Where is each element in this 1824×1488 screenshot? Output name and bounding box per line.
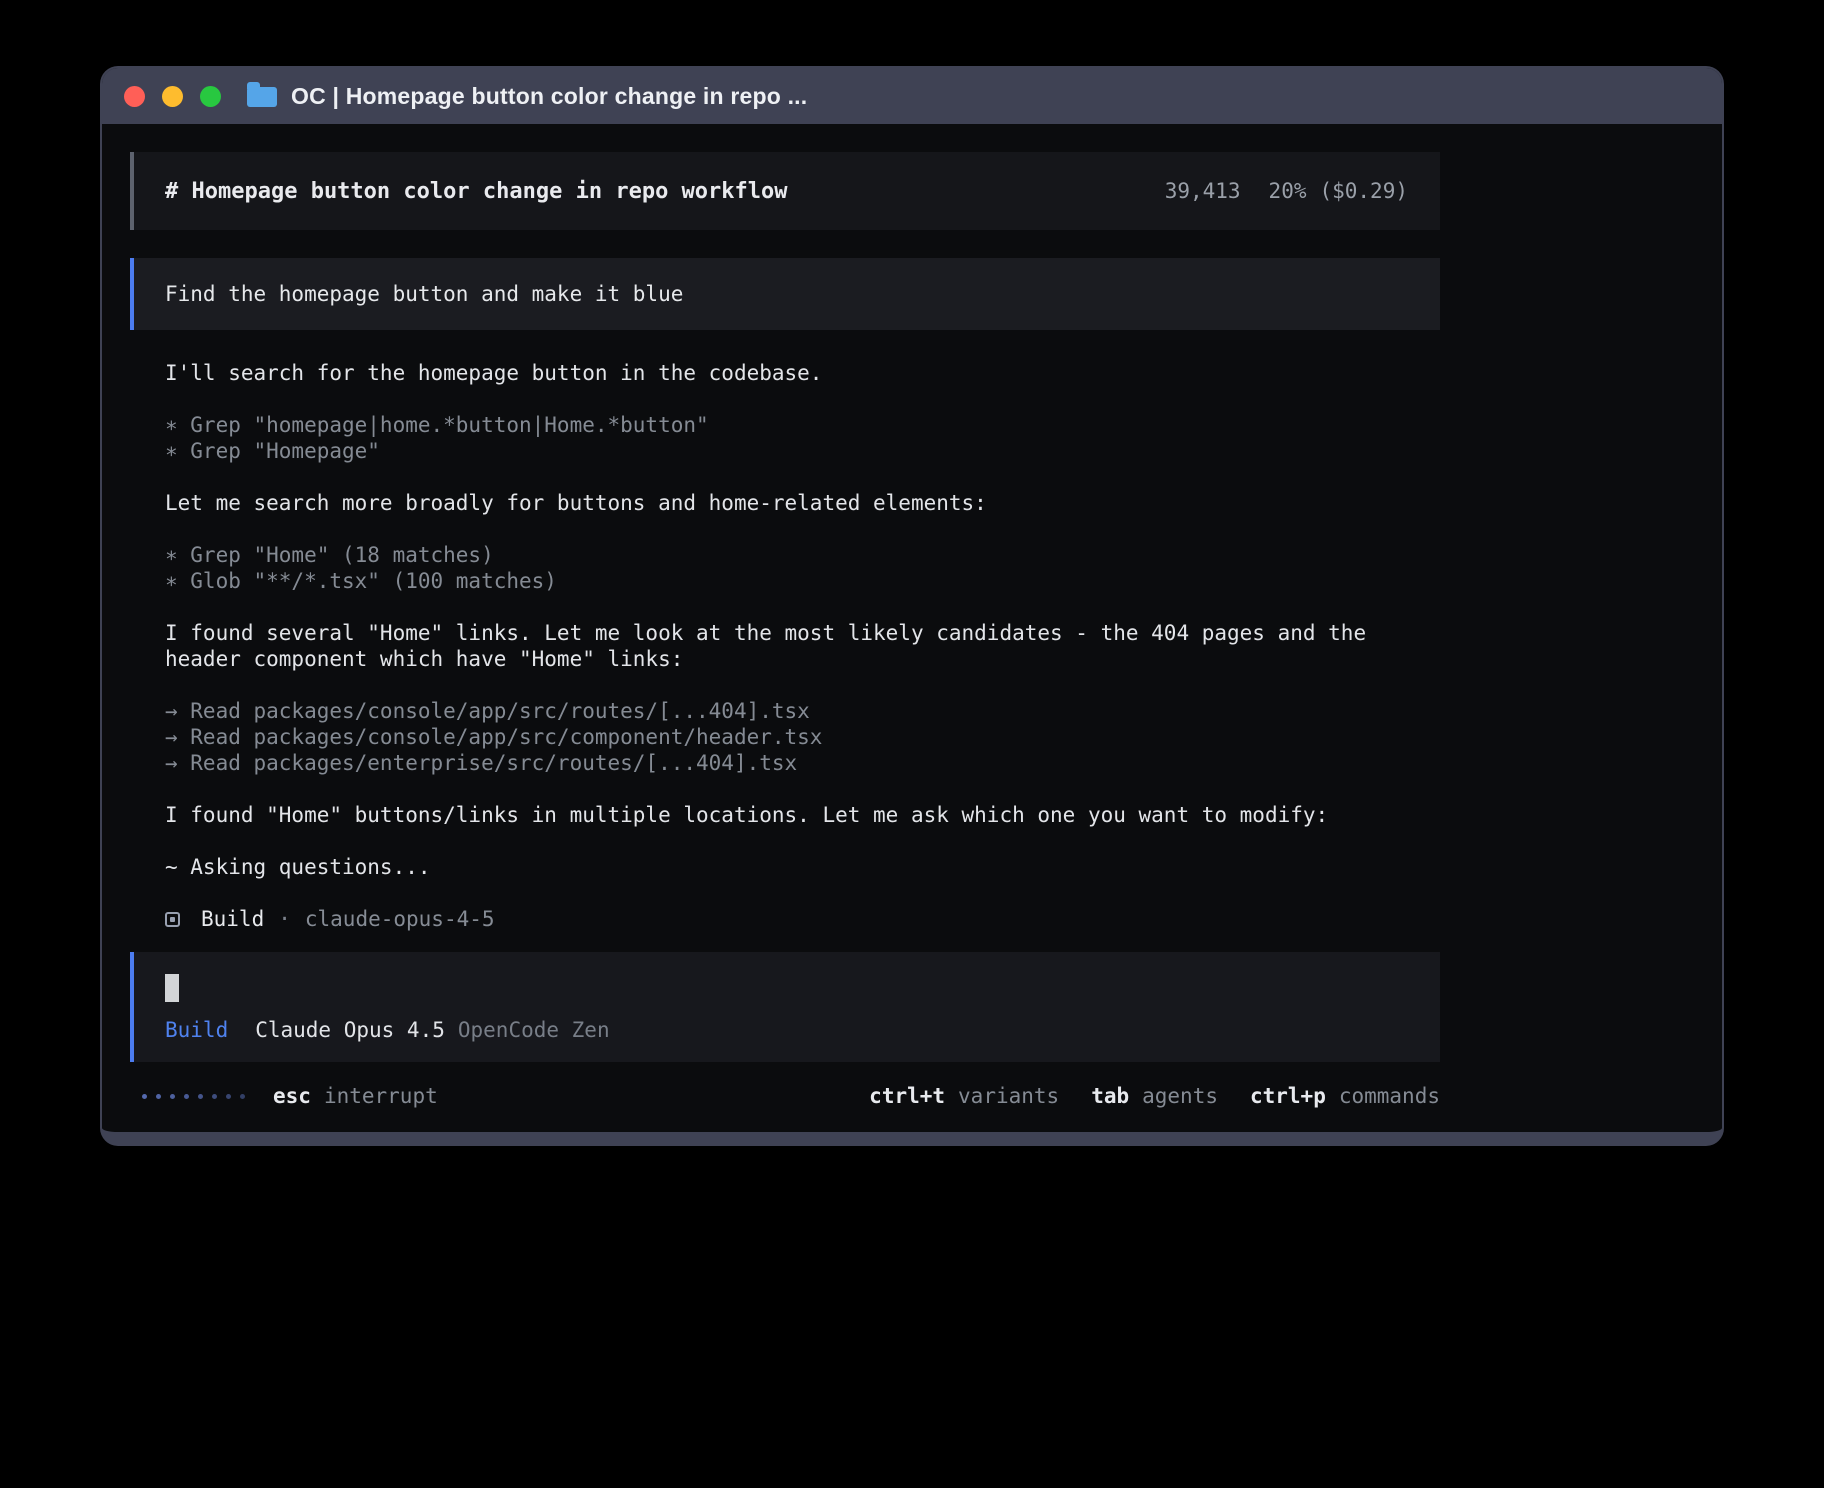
spinner-dot bbox=[198, 1094, 203, 1099]
spinner-dot bbox=[240, 1094, 245, 1099]
model-name[interactable]: Claude Opus 4.5 bbox=[255, 1018, 445, 1042]
assistant-message: I found "Home" buttons/links in multiple… bbox=[165, 802, 1440, 828]
prompt-input[interactable]: Build Claude Opus 4.5 OpenCode Zen bbox=[130, 952, 1440, 1062]
status-right: ctrl+t variants tab agents ctrl+p comman… bbox=[869, 1084, 1440, 1108]
session-cost: ($0.29) bbox=[1319, 179, 1408, 203]
spinner-dot bbox=[212, 1094, 217, 1099]
shortcut-agents: tab agents bbox=[1091, 1084, 1218, 1108]
status-left: esc interrupt bbox=[130, 1084, 438, 1108]
spinner-dots bbox=[142, 1094, 245, 1099]
context-percent: 20% bbox=[1269, 179, 1307, 203]
session-header: # Homepage button color change in repo w… bbox=[130, 152, 1440, 230]
shortcut-variants: ctrl+t variants bbox=[869, 1084, 1059, 1108]
spinner-dot bbox=[184, 1094, 189, 1099]
tool-call-glob: ∗ Glob "**/*.tsx" (100 matches) bbox=[165, 568, 1440, 594]
variants-label: variants bbox=[958, 1084, 1059, 1108]
titlebar[interactable]: OC | Homepage button color change in rep… bbox=[102, 68, 1722, 124]
token-count: 39,413 bbox=[1165, 179, 1241, 203]
user-message: Find the homepage button and make it blu… bbox=[130, 258, 1440, 330]
assistant-paragraph: I found several "Home" links. Let me loo… bbox=[165, 620, 1440, 672]
folder-icon bbox=[247, 87, 277, 107]
spinner-dot bbox=[226, 1094, 231, 1099]
tool-call-group: ∗ Grep "Home" (18 matches) ∗ Glob "**/*.… bbox=[165, 542, 1440, 594]
spinner-dot bbox=[170, 1094, 175, 1099]
asking-questions-status: ~ Asking questions... bbox=[165, 854, 1440, 880]
assistant-paragraph: ~ Asking questions... bbox=[165, 854, 1440, 880]
assistant-message: I found several "Home" links. Let me loo… bbox=[165, 620, 1440, 672]
commands-label: commands bbox=[1339, 1084, 1440, 1108]
tool-call-group: ∗ Grep "homepage|home.*button|Home.*butt… bbox=[165, 412, 1440, 464]
zoom-button[interactable] bbox=[200, 86, 221, 107]
user-message-text: Find the homepage button and make it blu… bbox=[165, 282, 683, 306]
model-line: Build Claude Opus 4.5 OpenCode Zen bbox=[165, 1018, 1409, 1042]
provider-name: OpenCode Zen bbox=[458, 1018, 610, 1042]
tool-call-group: → Read packages/console/app/src/routes/[… bbox=[165, 698, 1440, 776]
tool-call-read: → Read packages/console/app/src/routes/[… bbox=[165, 698, 1440, 724]
terminal-window: OC | Homepage button color change in rep… bbox=[100, 66, 1724, 1146]
agents-label: agents bbox=[1142, 1084, 1218, 1108]
spinner-dot bbox=[142, 1094, 147, 1099]
transcript: I'll search for the homepage button in t… bbox=[130, 360, 1440, 932]
agent-status: Build · claude-opus-4-5 bbox=[165, 906, 1440, 932]
ctrl-p-key-hint: ctrl+p bbox=[1250, 1084, 1326, 1108]
agent-status-paragraph: Build · claude-opus-4-5 bbox=[165, 906, 1440, 932]
session-stats: 39,413 20% ($0.29) bbox=[1165, 179, 1408, 203]
terminal-body: # Homepage button color change in repo w… bbox=[102, 124, 1722, 1132]
agent-mode-label[interactable]: Build bbox=[165, 1018, 228, 1042]
ctrl-t-key-hint: ctrl+t bbox=[869, 1084, 945, 1108]
tool-call-grep: ∗ Grep "homepage|home.*button|Home.*butt… bbox=[165, 412, 1440, 438]
tool-call-grep: ∗ Grep "Home" (18 matches) bbox=[165, 542, 1440, 568]
assistant-message: Let me search more broadly for buttons a… bbox=[165, 490, 1440, 516]
interrupt-label: interrupt bbox=[324, 1084, 438, 1108]
traffic-lights bbox=[124, 86, 221, 107]
agent-mode-icon bbox=[165, 912, 180, 927]
text-cursor bbox=[165, 974, 179, 1002]
agent-model: claude-opus-4-5 bbox=[305, 906, 495, 932]
agent-separator: · bbox=[278, 906, 291, 932]
tool-call-read: → Read packages/enterprise/src/routes/[.… bbox=[165, 750, 1440, 776]
minimize-button[interactable] bbox=[162, 86, 183, 107]
assistant-paragraph: Let me search more broadly for buttons a… bbox=[165, 490, 1440, 516]
assistant-paragraph: I'll search for the homepage button in t… bbox=[165, 360, 1440, 386]
assistant-message: I'll search for the homepage button in t… bbox=[165, 360, 1440, 386]
assistant-paragraph: I found "Home" buttons/links in multiple… bbox=[165, 802, 1440, 828]
close-button[interactable] bbox=[124, 86, 145, 107]
tool-call-read: → Read packages/console/app/src/componen… bbox=[165, 724, 1440, 750]
tool-call-grep: ∗ Grep "Homepage" bbox=[165, 438, 1440, 464]
window-title: OC | Homepage button color change in rep… bbox=[291, 83, 807, 110]
tab-key-hint: tab bbox=[1091, 1084, 1129, 1108]
session-title: # Homepage button color change in repo w… bbox=[165, 179, 788, 204]
agent-name: Build bbox=[201, 906, 264, 932]
status-bar: esc interrupt ctrl+t variants tab agents… bbox=[130, 1084, 1440, 1108]
shortcut-commands: ctrl+p commands bbox=[1250, 1084, 1440, 1108]
spinner-dot bbox=[156, 1094, 161, 1099]
esc-key-hint: esc bbox=[273, 1084, 311, 1108]
